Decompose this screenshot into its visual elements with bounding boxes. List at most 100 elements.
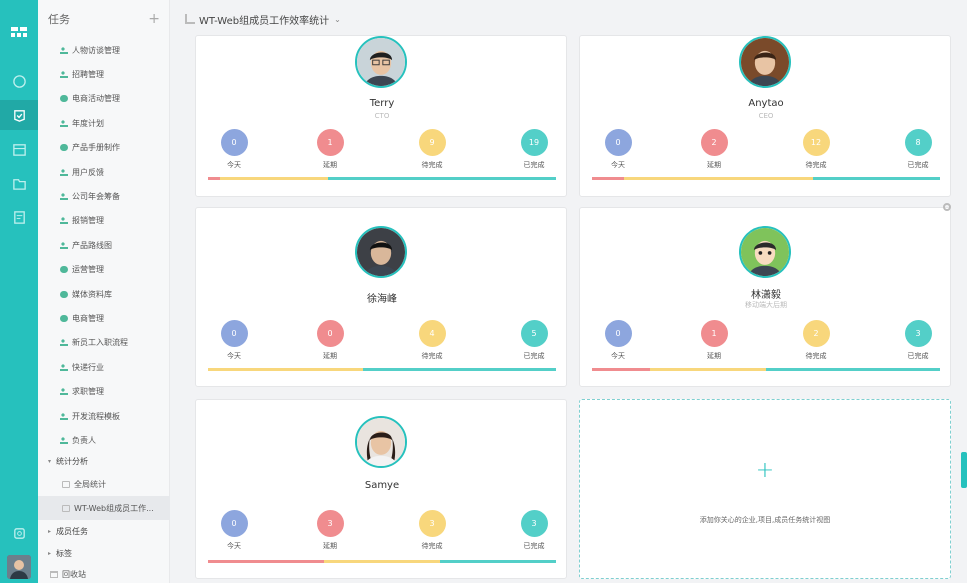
stat-pending-count[interactable]: 12 (802, 129, 830, 156)
stat-today-count[interactable]: 0 (220, 129, 248, 156)
member-role: CTO (374, 112, 390, 120)
sidebar-item[interactable]: 电商管理 (38, 306, 170, 330)
sidebar-item[interactable]: 新员工入职流程 (38, 331, 170, 355)
pending-segment (324, 560, 440, 563)
member-stats-card[interactable]: Terry CTO 0 今天 1 延期 9 待完成 19 已完成 (195, 35, 567, 197)
trash-item[interactable]: 回收站 (38, 562, 170, 583)
sidebar-item[interactable]: 运营管理 (38, 258, 170, 282)
stat-done-label: 已完成 (907, 352, 929, 360)
calendar-icon[interactable] (0, 134, 38, 164)
stat-today-label: 今天 (611, 161, 625, 169)
stat-today[interactable]: 0 今天 (214, 510, 254, 551)
user-avatar[interactable] (7, 555, 31, 579)
cloud-project-icon (60, 95, 68, 103)
sidebar-item[interactable]: 报销管理 (38, 209, 170, 233)
sidebar-item[interactable]: 产品路线图 (38, 233, 170, 257)
stat-done[interactable]: 3 已完成 (898, 320, 938, 361)
trash-icon (50, 570, 58, 578)
chart-doc-icon (62, 480, 70, 488)
tasks-icon[interactable] (0, 100, 38, 130)
stat-done-count[interactable]: 8 (904, 129, 932, 156)
stat-today[interactable]: 0 今天 (214, 320, 254, 361)
stat-overdue-label: 延期 (323, 352, 337, 360)
stat-today[interactable]: 0 今天 (214, 129, 254, 170)
sidebar-item[interactable]: 求职管理 (38, 380, 170, 404)
sidebar-item-label: 负责人 (72, 435, 96, 445)
sidebar-item-global-stats[interactable]: 全局统计 (38, 472, 170, 496)
settings-icon[interactable] (0, 518, 38, 548)
sidebar-item[interactable]: 媒体资料库 (38, 282, 170, 306)
task-distribution-bar (208, 177, 556, 180)
stat-done-count[interactable]: 19 (520, 129, 548, 156)
stat-done[interactable]: 8 已完成 (898, 129, 938, 170)
stat-overdue[interactable]: 2 延期 (694, 129, 734, 170)
stat-done-count[interactable]: 3 (520, 510, 548, 537)
stat-done[interactable]: 3 已完成 (514, 510, 554, 551)
member-stats-card[interactable]: 徐海峰 0 今天 0 延期 4 待完成 5 已完成 (195, 207, 567, 387)
stat-pending[interactable]: 3 待完成 (412, 510, 452, 551)
stat-pending-count[interactable]: 4 (418, 320, 446, 347)
stat-overdue[interactable]: 1 延期 (310, 129, 350, 170)
side-scroll-tab[interactable] (961, 452, 967, 488)
sidebar-item[interactable]: 公司年会筹备 (38, 184, 170, 208)
sidebar-item[interactable]: 开发流程模板 (38, 404, 170, 428)
overdue-segment (592, 177, 624, 180)
member-stats-card[interactable]: 林潇毅 移动端大后期 0 今天 1 延期 2 待完成 3 已完成 (579, 207, 951, 387)
member-stats-card[interactable]: Samye 0 今天 3 延期 3 待完成 3 已完成 (195, 399, 567, 579)
add-view-text: 添加你关心的企业,项目,成员任务统计视图 (699, 516, 831, 524)
stat-overdue-count[interactable]: 2 (700, 129, 728, 156)
app-logo-icon[interactable] (9, 22, 29, 42)
team-project-icon (60, 388, 68, 396)
report-icon[interactable] (0, 202, 38, 232)
stat-overdue[interactable]: 1 延期 (694, 320, 734, 361)
member-avatar (355, 416, 407, 468)
tags-label: 标签 (56, 548, 72, 558)
page-title: WT-Web组成员工作效率统计 (199, 15, 330, 27)
sidebar-item-label: 媒体资料库 (72, 289, 112, 299)
stat-today[interactable]: 0 今天 (598, 129, 638, 170)
add-view-card[interactable]: + 添加你关心的企业,项目,成员任务统计视图 (579, 399, 951, 579)
sidebar-item[interactable]: 快递行业 (38, 355, 170, 379)
stat-done-count[interactable]: 5 (520, 320, 548, 347)
add-project-button[interactable]: + (148, 11, 160, 27)
stat-pending[interactable]: 9 待完成 (412, 129, 452, 170)
stats-group[interactable]: ▾ 统计分析 (38, 449, 170, 473)
settings-gear-icon[interactable] (943, 203, 951, 211)
stat-done[interactable]: 19 已完成 (514, 129, 554, 170)
stat-pending[interactable]: 2 待完成 (796, 320, 836, 361)
stat-today-count[interactable]: 0 (604, 320, 632, 347)
stat-overdue-count[interactable]: 1 (700, 320, 728, 347)
stat-today-count[interactable]: 0 (604, 129, 632, 156)
folder-icon[interactable] (0, 168, 38, 198)
stat-pending-count[interactable]: 2 (802, 320, 830, 347)
stat-pending-count[interactable]: 3 (418, 510, 446, 537)
cloud-project-icon (60, 266, 68, 274)
sidebar-item-label: 电商活动管理 (72, 94, 120, 104)
stat-done[interactable]: 5 已完成 (514, 320, 554, 361)
sidebar-item[interactable]: 用户反馈 (38, 160, 170, 184)
stat-overdue-count[interactable]: 0 (316, 320, 344, 347)
stat-overdue-count[interactable]: 1 (316, 129, 344, 156)
stat-overdue[interactable]: 0 延期 (310, 320, 350, 361)
stat-today[interactable]: 0 今天 (598, 320, 638, 361)
member-stats-card[interactable]: Anytao CEO 0 今天 2 延期 12 待完成 8 已完成 (579, 35, 951, 197)
chat-icon[interactable] (0, 66, 38, 96)
sidebar-item-wt-web-stats[interactable]: WT-Web组成员工作... (38, 496, 170, 520)
stat-done-count[interactable]: 3 (904, 320, 932, 347)
stat-pending[interactable]: 12 待完成 (796, 129, 836, 170)
project-tree: 任务 + 人物访谈管理 招聘管理 电商活动管理 年度计划 产品手册制作 用户反馈 公司年会筹… (38, 0, 170, 583)
sidebar-item[interactable]: 年度计划 (38, 111, 170, 135)
member-tasks-group[interactable]: ▸ 成员任务 (38, 519, 170, 543)
stat-overdue[interactable]: 3 延期 (310, 510, 350, 551)
title-dropdown-icon[interactable]: ⌄ (334, 15, 341, 24)
stat-today-count[interactable]: 0 (220, 510, 248, 537)
stat-pending[interactable]: 4 待完成 (412, 320, 452, 361)
stat-today-count[interactable]: 0 (220, 320, 248, 347)
sidebar-item[interactable]: 人物访谈管理 (38, 38, 170, 62)
stat-pending-count[interactable]: 9 (418, 129, 446, 156)
sidebar-item[interactable]: 产品手册制作 (38, 136, 170, 160)
sidebar-item[interactable]: 电商活动管理 (38, 87, 170, 111)
sidebar-item[interactable]: 招聘管理 (38, 62, 170, 86)
stat-overdue-count[interactable]: 3 (316, 510, 344, 537)
add-view-plus-icon[interactable]: + (580, 458, 950, 483)
